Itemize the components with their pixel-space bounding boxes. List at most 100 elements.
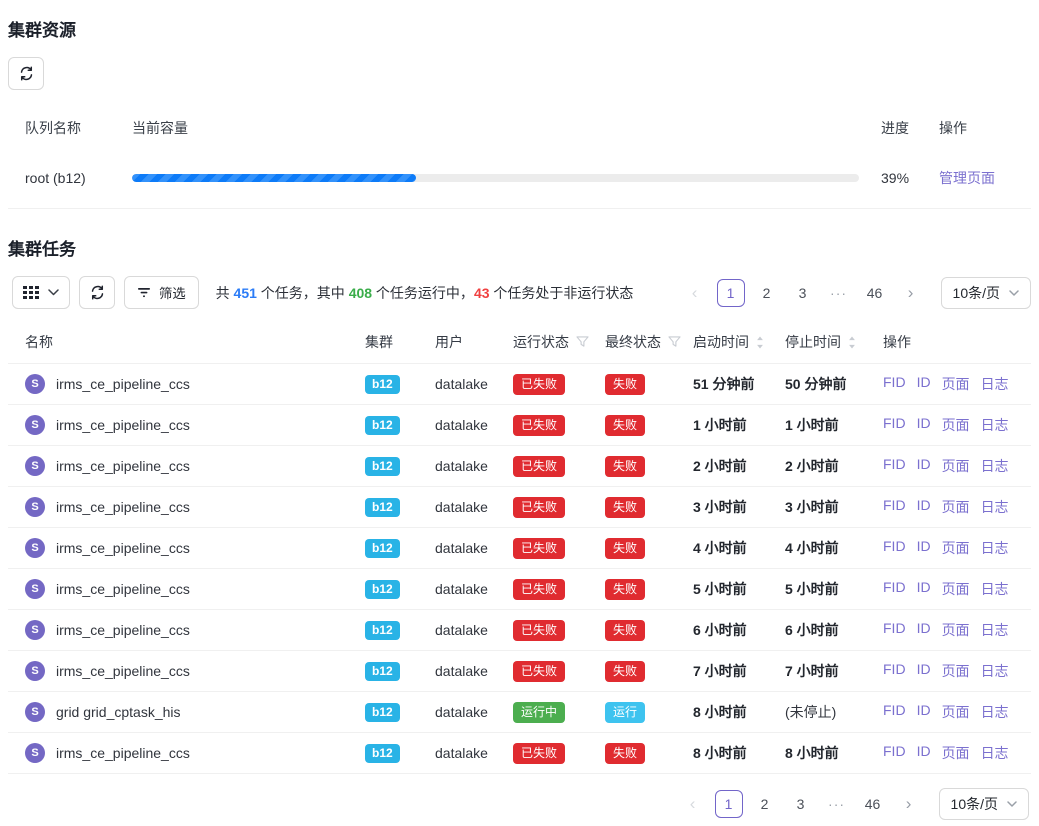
cluster-badge: b12 (365, 416, 400, 435)
cluster-badge: b12 (365, 498, 400, 517)
page-button-3[interactable]: 3 (789, 279, 817, 307)
row-action-link[interactable]: 页面 (942, 743, 970, 763)
tasks-summary: 共 451 个任务，其中 408 个任务运行中，43 个任务处于非运行状态 (216, 283, 634, 303)
row-action-link[interactable]: ID (917, 456, 931, 476)
row-action-link[interactable]: 日志 (981, 579, 1009, 599)
funnel-filter-icon[interactable] (668, 336, 681, 348)
page-button-2[interactable]: 2 (753, 279, 781, 307)
page-button-46[interactable]: 46 (859, 790, 887, 818)
row-action-link[interactable]: FID (883, 415, 906, 435)
pagination-top: ‹ 123 ··· 46 › 10条/页 (681, 277, 1031, 309)
page-button-2[interactable]: 2 (751, 790, 779, 818)
resources-refresh-button[interactable] (8, 57, 44, 90)
final-status-badge: 失败 (605, 415, 645, 436)
page-ellipsis[interactable]: ··· (825, 279, 853, 307)
row-action-link[interactable]: ID (917, 579, 931, 599)
pagination-bottom: ‹ 123 ··· 46 › 10条/页 (679, 788, 1029, 820)
final-status-badge: 运行 (605, 702, 645, 723)
sort-carets-icon[interactable] (756, 336, 764, 349)
column-settings-button[interactable] (12, 276, 70, 309)
row-action-link[interactable]: 页面 (942, 374, 970, 394)
row-action-link[interactable]: FID (883, 374, 906, 394)
row-action-link[interactable]: ID (917, 374, 931, 394)
row-action-link[interactable]: FID (883, 579, 906, 599)
row-action-link[interactable]: 页面 (942, 702, 970, 722)
row-action-link[interactable]: FID (883, 497, 906, 517)
row-action-link[interactable]: ID (917, 661, 931, 681)
row-action-link[interactable]: 页面 (942, 538, 970, 558)
user-name: datalake (435, 540, 488, 556)
table-row: S grid grid_cptask_his b12 datalake 运行中 … (8, 692, 1031, 733)
avatar: S (25, 661, 45, 681)
row-action-link[interactable]: 页面 (942, 661, 970, 681)
row-action-link[interactable]: 页面 (942, 579, 970, 599)
page-button-3[interactable]: 3 (787, 790, 815, 818)
row-action-link[interactable]: 页面 (942, 415, 970, 435)
col-header-run-status: 运行状态 (513, 332, 569, 352)
table-row: S irms_ce_pipeline_ccs b12 datalake 已失败 … (8, 487, 1031, 528)
row-action-link[interactable]: ID (917, 497, 931, 517)
next-page-button[interactable]: › (897, 279, 925, 307)
resources-table: 队列名称 当前容量 进度 操作 root (b12) 39% 管理页面 (8, 104, 1031, 209)
grid-icon (23, 286, 39, 300)
cluster-badge: b12 (365, 580, 400, 599)
row-action-link[interactable]: FID (883, 538, 906, 558)
run-status-badge: 已失败 (513, 661, 565, 682)
row-actions: FID ID 页面日志 (883, 374, 1031, 394)
row-action-link[interactable]: 页面 (942, 620, 970, 640)
table-row: S irms_ce_pipeline_ccs b12 datalake 已失败 … (8, 733, 1031, 774)
prev-page-button[interactable]: ‹ (681, 279, 709, 307)
row-action-link[interactable]: 日志 (981, 497, 1009, 517)
start-time: 7 小时前 (693, 663, 747, 679)
page-size-value: 10条/页 (953, 283, 1000, 303)
tasks-toolbar: 筛选 共 451 个任务，其中 408 个任务运行中，43 个任务处于非运行状态… (12, 276, 1031, 309)
row-action-link[interactable]: ID (917, 702, 931, 722)
sort-carets-icon[interactable] (848, 336, 856, 349)
row-action-link[interactable]: FID (883, 661, 906, 681)
page-size-select[interactable]: 10条/页 (941, 277, 1031, 309)
manage-page-link[interactable]: 管理页面 (939, 170, 995, 186)
page-button-1[interactable]: 1 (717, 279, 745, 307)
row-action-link[interactable]: ID (917, 538, 931, 558)
row-action-link[interactable]: 日志 (981, 702, 1009, 722)
row-action-link[interactable]: ID (917, 620, 931, 640)
row-action-link[interactable]: 日志 (981, 415, 1009, 435)
start-time: 4 小时前 (693, 540, 747, 556)
filter-button-label: 筛选 (159, 283, 186, 302)
table-row: S irms_ce_pipeline_ccs b12 datalake 已失败 … (8, 528, 1031, 569)
row-action-link[interactable]: FID (883, 743, 906, 763)
total-count: 451 (234, 285, 257, 301)
funnel-filter-icon[interactable] (576, 336, 589, 348)
page-button-1[interactable]: 1 (715, 790, 743, 818)
cluster-badge: b12 (365, 744, 400, 763)
final-status-badge: 失败 (605, 620, 645, 641)
resources-section-title: 集群资源 (8, 16, 1031, 41)
row-action-link[interactable]: ID (917, 743, 931, 763)
page-ellipsis[interactable]: ··· (823, 790, 851, 818)
prev-page-button[interactable]: ‹ (679, 790, 707, 818)
row-action-link[interactable]: FID (883, 620, 906, 640)
tasks-refresh-button[interactable] (79, 276, 115, 309)
col-header-name: 名称 (8, 321, 365, 364)
row-action-link[interactable]: 页面 (942, 497, 970, 517)
row-actions: FID ID 页面日志 (883, 415, 1031, 435)
row-action-link[interactable]: 日志 (981, 743, 1009, 763)
page: 集群资源 队列名称 当前容量 进度 操作 root (b12) (0, 0, 1039, 826)
page-button-46[interactable]: 46 (861, 279, 889, 307)
final-status-badge: 失败 (605, 743, 645, 764)
row-action-link[interactable]: 日志 (981, 661, 1009, 681)
row-action-link[interactable]: 日志 (981, 538, 1009, 558)
page-size-select[interactable]: 10条/页 (939, 788, 1029, 820)
next-page-button[interactable]: › (895, 790, 923, 818)
task-name: irms_ce_pipeline_ccs (56, 458, 190, 474)
row-action-link[interactable]: 日志 (981, 620, 1009, 640)
row-action-link[interactable]: 日志 (981, 456, 1009, 476)
filter-button[interactable]: 筛选 (124, 276, 199, 309)
row-action-link[interactable]: 页面 (942, 456, 970, 476)
row-action-link[interactable]: FID (883, 702, 906, 722)
row-action-link[interactable]: 日志 (981, 374, 1009, 394)
row-actions: FID ID 页面日志 (883, 702, 1031, 722)
cluster-badge: b12 (365, 457, 400, 476)
row-action-link[interactable]: ID (917, 415, 931, 435)
row-action-link[interactable]: FID (883, 456, 906, 476)
